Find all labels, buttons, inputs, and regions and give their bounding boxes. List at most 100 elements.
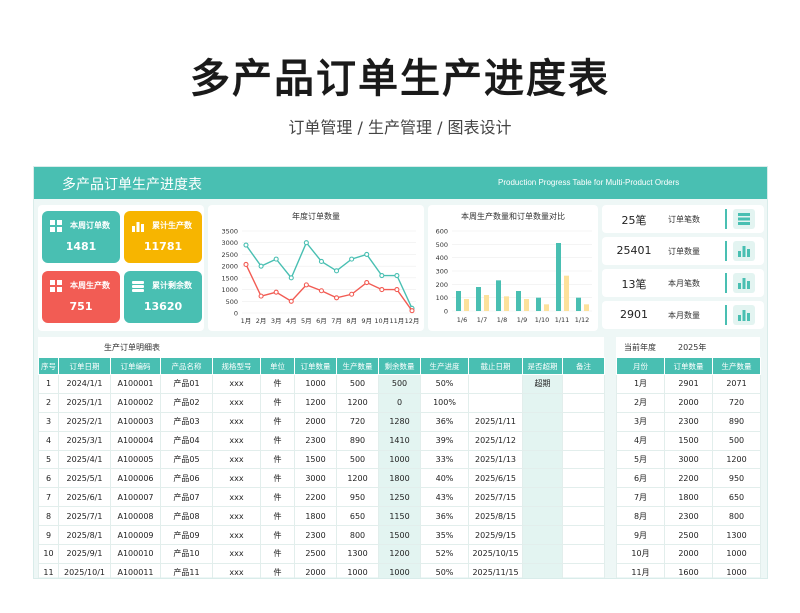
table-row[interactable]: 10月 2000 1000 <box>616 544 761 564</box>
table-row[interactable]: 7月 1800 650 <box>616 487 761 508</box>
table-cell: 7月 <box>616 487 665 508</box>
column-header[interactable]: 备注 <box>562 357 605 375</box>
table-row[interactable]: 9月 2500 1300 <box>616 525 761 546</box>
table-row[interactable]: 2月 2000 720 <box>616 392 761 413</box>
table-cell: 产品01 <box>160 374 213 394</box>
column-header[interactable]: 订单数量 <box>664 357 713 375</box>
column-header[interactable]: 是否超期 <box>522 357 563 375</box>
column-header[interactable]: 产品名称 <box>160 357 213 375</box>
column-header[interactable]: 订单数量 <box>294 357 337 375</box>
table-row[interactable]: 6月 2200 950 <box>616 468 761 489</box>
stat-label: 订单数量 <box>668 247 700 256</box>
year-value: 2025年 <box>678 343 707 352</box>
table-cell: 36% <box>420 506 469 527</box>
table-cell <box>522 562 563 578</box>
table-cell <box>562 506 605 527</box>
table-row[interactable]: 5月 3000 1200 <box>616 449 761 470</box>
kpi-total-produced[interactable]: 累计生产数 11781 <box>124 211 202 263</box>
table-cell: xxx <box>212 449 261 470</box>
table-row[interactable]: 4月 1500 500 <box>616 430 761 451</box>
stat-card-month-count[interactable]: 13笔 本月笔数 <box>602 269 764 297</box>
bar <box>564 275 569 311</box>
table-cell <box>522 525 563 546</box>
table-cell: 件 <box>260 449 295 470</box>
x-tick-label: 1/10 <box>535 316 550 324</box>
stat-card-order-qty[interactable]: 25401 订单数量 <box>602 237 764 265</box>
column-header[interactable]: 生产数量 <box>336 357 379 375</box>
table-row[interactable]: 8 2025/7/1 A100008 产品08 xxx 件 1800 650 1150 36% 20… <box>38 506 605 527</box>
grid-icon <box>50 280 62 292</box>
table-cell <box>562 544 605 564</box>
column-header[interactable]: 订单编码 <box>110 357 161 375</box>
stat-label: 本月笔数 <box>668 279 700 288</box>
table-cell: 2025/1/1 <box>58 392 111 413</box>
kpi-value: 13620 <box>143 300 183 313</box>
table-cell: 件 <box>260 374 295 394</box>
table-row[interactable]: 7 2025/6/1 A100007 产品07 xxx 件 2200 950 1250 43% 20… <box>38 487 605 508</box>
stat-card-month-qty[interactable]: 2901 本月数量 <box>602 301 764 329</box>
table-cell: 产品08 <box>160 506 213 527</box>
column-header[interactable]: 生产数量 <box>712 357 761 375</box>
table-cell: 2071 <box>712 374 761 394</box>
table-cell: 500 <box>712 430 761 451</box>
table-row[interactable]: 2 2025/1/1 A100002 产品02 xxx 件 1200 1200 0 100% <box>38 392 605 413</box>
table-row[interactable]: 6 2025/5/1 A100006 产品06 xxx 件 3000 1200 1800 40% 2… <box>38 468 605 489</box>
y-tick-label: 500 <box>436 241 448 249</box>
table-cell: 1410 <box>378 430 421 451</box>
table-row[interactable]: 3月 2300 890 <box>616 411 761 432</box>
table-cell: 40% <box>420 468 469 489</box>
x-tick-label: 1月 <box>241 317 252 325</box>
column-header[interactable]: 月份 <box>616 357 665 375</box>
table-row[interactable]: 10 2025/9/1 A100010 产品10 xxx 件 2500 1300 1200 52%… <box>38 544 605 564</box>
year-table-panel: 当前年度 2025年 月份 订单数量 生产数量 1月 2901 2071 2月 2000 72… <box>616 337 761 578</box>
column-header[interactable]: 规格型号 <box>212 357 261 375</box>
table-cell: 2025/10/15 <box>468 544 523 564</box>
table-cell: xxx <box>212 411 261 432</box>
data-point <box>364 251 370 257</box>
stat-divider <box>725 241 727 261</box>
table-cell: 3000 <box>664 449 713 470</box>
table-row[interactable]: 8月 2300 800 <box>616 506 761 527</box>
table-cell: 2 <box>38 392 59 413</box>
y-tick-label: 1500 <box>221 274 238 282</box>
column-header[interactable]: 截止日期 <box>468 357 523 375</box>
table-row[interactable]: 9 2025/8/1 A100009 产品09 xxx 件 2300 800 1500 35% 20… <box>38 525 605 546</box>
kpi-total-remaining[interactable]: 累计剩余数 13620 <box>124 271 202 323</box>
column-header[interactable]: 单位 <box>260 357 295 375</box>
table-row[interactable]: 4 2025/3/1 A100004 产品04 xxx 件 2300 890 1410 39% 20… <box>38 430 605 451</box>
x-tick-label: 10月 <box>374 317 389 325</box>
stat-card-order-count[interactable]: 25笔 订单笔数 <box>602 205 764 233</box>
stat-label: 订单笔数 <box>668 215 700 224</box>
column-header[interactable]: 生产进度 <box>420 357 469 375</box>
table-row[interactable]: 5 2025/4/1 A100005 产品05 xxx 件 1500 500 1000 33% 20… <box>38 449 605 470</box>
table-row[interactable]: 11 2025/10/1 A100011 产品11 xxx 件 2000 1000 1000 50… <box>38 562 605 578</box>
table-cell: 2025/3/1 <box>58 430 111 451</box>
table-cell: 件 <box>260 544 295 564</box>
y-tick-label: 2500 <box>221 251 238 259</box>
table-cell: 产品03 <box>160 411 213 432</box>
y-tick-label: 1000 <box>221 286 238 294</box>
table-cell: 1000 <box>336 562 379 578</box>
data-point <box>288 298 294 304</box>
column-header[interactable]: 剩余数量 <box>378 357 421 375</box>
table-cell: xxx <box>212 562 261 578</box>
table-cell: 1200 <box>712 449 761 470</box>
column-header[interactable]: 订单日期 <box>58 357 111 375</box>
table-row[interactable]: 1月 2901 2071 <box>616 374 761 394</box>
table-cell: 1600 <box>664 562 713 578</box>
kpi-weekly-produced[interactable]: 本周生产数 751 <box>42 271 120 323</box>
table-cell <box>522 430 563 451</box>
table-cell: 50% <box>420 562 469 578</box>
kpi-weekly-orders[interactable]: 本周订单数 1481 <box>42 211 120 263</box>
column-header[interactable]: 序号 <box>38 357 59 375</box>
table-row[interactable]: 1 2024/1/1 A100001 产品01 xxx 件 1000 500 500 50% 超期 <box>38 374 605 394</box>
table-row[interactable]: 11月 1600 1000 <box>616 562 761 578</box>
table-cell: 2025/9/1 <box>58 544 111 564</box>
table-cell: 2025/11/15 <box>468 562 523 578</box>
table-cell <box>468 374 523 394</box>
table-row[interactable]: 3 2025/2/1 A100003 产品03 xxx 件 2000 720 1280 36% 20… <box>38 411 605 432</box>
table-cell: 1500 <box>664 430 713 451</box>
table-cell: 10月 <box>616 544 665 564</box>
table-cell: 超期 <box>522 374 563 394</box>
bar <box>476 287 481 311</box>
